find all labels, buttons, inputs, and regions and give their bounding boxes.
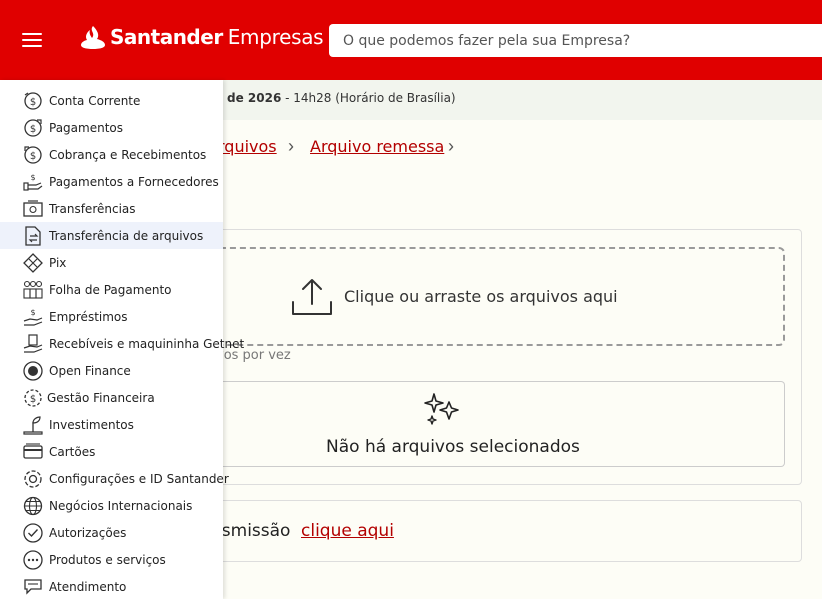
financial-management-icon: $: [24, 388, 42, 407]
brand-sub: Empresas: [227, 25, 324, 49]
menu-label: Folha de Pagamento: [49, 282, 172, 297]
file-transfer-icon: [25, 225, 41, 246]
money-coin-icon: $: [24, 91, 42, 110]
menu-hamburger-icon[interactable]: [22, 33, 42, 47]
menu-item-investimentos[interactable]: Investimentos: [0, 411, 223, 438]
loan-icon: $: [23, 308, 43, 326]
menu-label: Pix: [49, 255, 67, 270]
menu-item-gestao[interactable]: $ Gestão Financeira: [0, 384, 223, 411]
svg-text:$: $: [30, 173, 35, 182]
open-finance-icon: [23, 360, 43, 381]
menu-label: Conta Corrente: [49, 93, 141, 108]
menu-label: Investimentos: [49, 417, 134, 432]
svg-text:$: $: [30, 308, 35, 317]
menu-label: Pagamentos: [49, 120, 123, 135]
menu-item-cartoes[interactable]: Cartões: [0, 438, 223, 465]
transmission-link[interactable]: clique aqui: [301, 521, 394, 541]
breadcrumb-chevron-icon: ›: [288, 136, 294, 156]
menu-item-atendimento[interactable]: Atendimento: [0, 573, 223, 599]
menu-item-transferencias[interactable]: Transferências: [0, 195, 223, 222]
svg-text:$: $: [30, 151, 36, 162]
menu-item-fornecedores[interactable]: $ Pagamentos a Fornecedores: [0, 168, 223, 195]
menu-item-open-finance[interactable]: Open Finance: [0, 357, 223, 384]
transfer-icon: [23, 199, 43, 217]
menu-item-transferencia-arquivos[interactable]: Transferência de arquivos: [0, 222, 223, 249]
no-files-text: Não há arquivos selecionados: [326, 437, 580, 457]
breadcrumb-file-transfer[interactable]: rquivos: [218, 137, 277, 156]
menu-item-pix[interactable]: Pix: [0, 249, 223, 276]
menu-item-recebiveis[interactable]: Recebíveis e maquininha Getnet: [0, 330, 244, 357]
menu-label: Autorizações: [49, 525, 127, 540]
menu-item-configuracoes[interactable]: Configurações e ID Santander: [0, 465, 229, 492]
menu-item-cobranca[interactable]: $ Cobrança e Recebimentos: [0, 141, 223, 168]
chat-icon: [24, 578, 42, 595]
breadcrumb-chevron-icon: ›: [448, 136, 454, 156]
menu-label: Transferências: [49, 201, 136, 216]
menu-label: Gestão Financeira: [47, 390, 155, 405]
supplier-payment-icon: $: [23, 173, 43, 191]
flame-logo-icon: [81, 26, 105, 49]
payment-icon: $: [24, 118, 42, 137]
menu-label: Recebíveis e maquininha Getnet: [49, 336, 245, 351]
top-header: Santander Empresas: [0, 0, 822, 80]
svg-text:$: $: [30, 124, 36, 135]
menu-label: Produtos e serviços: [49, 552, 166, 567]
menu-item-pagamentos[interactable]: $ Pagamentos: [0, 114, 223, 141]
menu-item-produtos[interactable]: Produtos e serviços: [0, 546, 223, 573]
billing-icon: $: [24, 145, 42, 164]
svg-text:$: $: [30, 97, 36, 108]
menu-label: Pagamentos a Fornecedores: [49, 174, 219, 189]
santander-logo[interactable]: Santander Empresas: [80, 24, 324, 50]
side-menu: $ Conta Corrente $ Pagamentos $ Cobrança…: [0, 80, 244, 599]
datetime-text: de 2026 - 14h28 (Horário de Brasília): [227, 91, 456, 105]
dropzone-label: Clique ou arraste os arquivos aqui: [344, 287, 618, 306]
card-icon: [23, 442, 43, 459]
menu-label: Empréstimos: [49, 309, 128, 324]
menu-label: Cobrança e Recebimentos: [49, 147, 207, 162]
menu-label: Atendimento: [49, 579, 127, 594]
globe-icon: [23, 496, 43, 515]
menu-label: Open Finance: [49, 363, 131, 378]
investment-icon: [23, 415, 43, 435]
brand-name: Santander: [110, 25, 223, 49]
menu-label: Transferência de arquivos: [49, 228, 204, 243]
menu-label: Configurações e ID Santander: [49, 471, 229, 486]
pix-icon: [23, 252, 43, 273]
menu-item-autorizacoes[interactable]: Autorizações: [0, 519, 223, 546]
menu-label: Negócios Internacionais: [49, 498, 193, 513]
more-circle-icon: [23, 549, 43, 570]
breadcrumb-remittance-file[interactable]: Arquivo remessa: [310, 137, 444, 156]
search-input[interactable]: [329, 24, 822, 57]
check-circle-icon: [23, 522, 43, 543]
receivables-icon: [23, 333, 43, 353]
menu-item-conta-corrente[interactable]: $ Conta Corrente: [0, 87, 223, 114]
svg-text:$: $: [30, 394, 36, 405]
menu-item-emprestimos[interactable]: $ Empréstimos: [0, 303, 223, 330]
menu-item-negocios[interactable]: Negócios Internacionais: [0, 492, 223, 519]
upload-icon: [292, 279, 332, 315]
sparkle-icon: [424, 393, 459, 425]
settings-icon: [24, 469, 42, 488]
menu-item-folha[interactable]: Folha de Pagamento: [0, 276, 223, 303]
payroll-icon: [23, 280, 43, 299]
menu-label: Cartões: [49, 444, 96, 459]
